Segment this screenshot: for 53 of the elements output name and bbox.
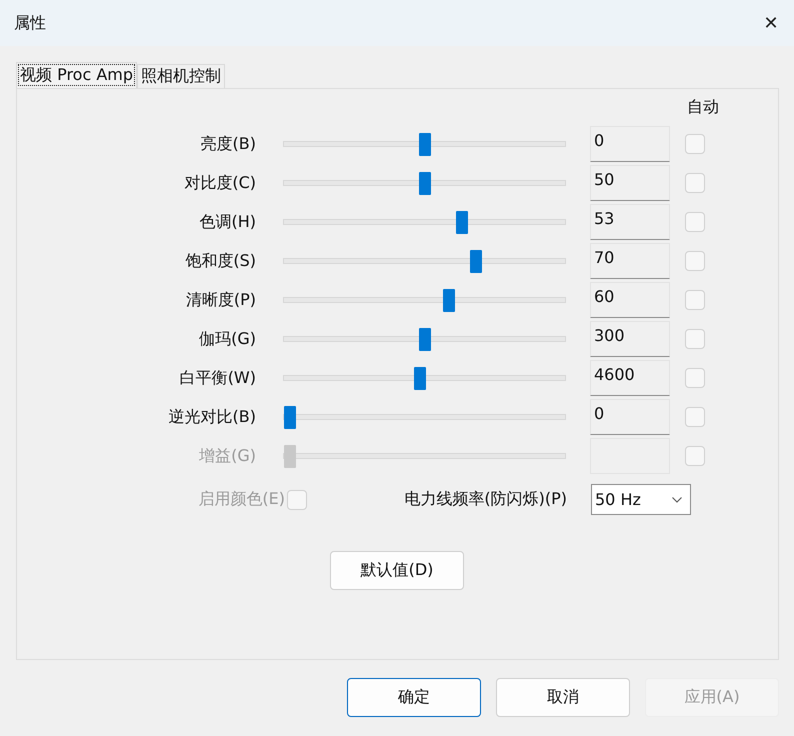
auto-checkbox[interactable] xyxy=(685,368,705,388)
auto-checkbox[interactable] xyxy=(685,173,705,193)
slider-label: 伽玛(G) xyxy=(199,328,256,350)
slider-label: 白平衡(W) xyxy=(180,368,256,388)
close-button[interactable]: ✕ xyxy=(748,0,794,46)
value-field[interactable]: 300 xyxy=(590,321,670,357)
dialog-button[interactable]: 取消 xyxy=(496,678,630,717)
dialog-button[interactable]: 确定 xyxy=(347,678,481,717)
auto-checkbox[interactable] xyxy=(685,251,705,271)
auto-checkbox[interactable] xyxy=(685,407,705,427)
slider-thumb[interactable] xyxy=(470,250,482,273)
value-text: 300 xyxy=(594,326,625,345)
slider-label: 色调(H) xyxy=(199,212,256,232)
slider-thumb[interactable] xyxy=(456,211,468,234)
value-text: 70 xyxy=(594,248,614,267)
tab[interactable]: 视频 Proc Amp xyxy=(16,62,138,88)
value-text: 0 xyxy=(594,404,604,423)
value-field[interactable]: 53 xyxy=(590,204,670,240)
dropdown-label: 电力线频率(防闪烁)(P) xyxy=(404,489,567,510)
slider-thumb[interactable] xyxy=(418,328,430,351)
value-field[interactable]: 60 xyxy=(590,282,670,318)
frequency-dropdown[interactable]: 50 Hz xyxy=(591,484,691,515)
slider-label: 对比度(C) xyxy=(184,172,256,194)
auto-checkbox[interactable] xyxy=(685,134,705,154)
value-field[interactable]: 0 xyxy=(590,126,670,162)
slider-label: 亮度(B) xyxy=(200,134,256,154)
window-title: 属性 xyxy=(14,12,46,34)
slider-label: 逆光对比(B) xyxy=(168,406,256,428)
value-field[interactable]: 0 xyxy=(590,399,670,435)
slider-thumb[interactable] xyxy=(284,406,296,429)
value-text: 0 xyxy=(594,131,604,150)
slider-label: 饱和度(S) xyxy=(185,250,256,272)
slider-label: 增益(G) xyxy=(199,446,256,466)
chevron-down-icon xyxy=(672,496,682,502)
slider-thumb[interactable] xyxy=(414,367,426,390)
slider-label: 清晰度(P) xyxy=(186,290,256,310)
tab[interactable]: 照相机控制 xyxy=(137,64,226,88)
slider-thumb[interactable] xyxy=(418,133,430,156)
column-header: 自动 xyxy=(687,96,719,118)
slider-thumb[interactable] xyxy=(442,289,455,312)
value-text: 60 xyxy=(594,287,614,306)
value-field[interactable]: 4600 xyxy=(590,360,670,396)
auto-checkbox[interactable] xyxy=(685,212,705,232)
value-text: 50 xyxy=(594,170,614,189)
value-text: 53 xyxy=(594,209,614,228)
auto-checkbox[interactable] xyxy=(685,329,705,349)
value-field[interactable]: 70 xyxy=(590,243,670,279)
value-field[interactable]: 50 xyxy=(590,165,670,201)
slider-thumb[interactable] xyxy=(418,172,430,195)
auto-checkbox[interactable] xyxy=(685,290,705,310)
checkbox-label: 启用颜色(E) xyxy=(198,489,285,510)
value-text: 4600 xyxy=(594,365,635,384)
default-button[interactable]: 默认值(D) xyxy=(330,551,464,590)
